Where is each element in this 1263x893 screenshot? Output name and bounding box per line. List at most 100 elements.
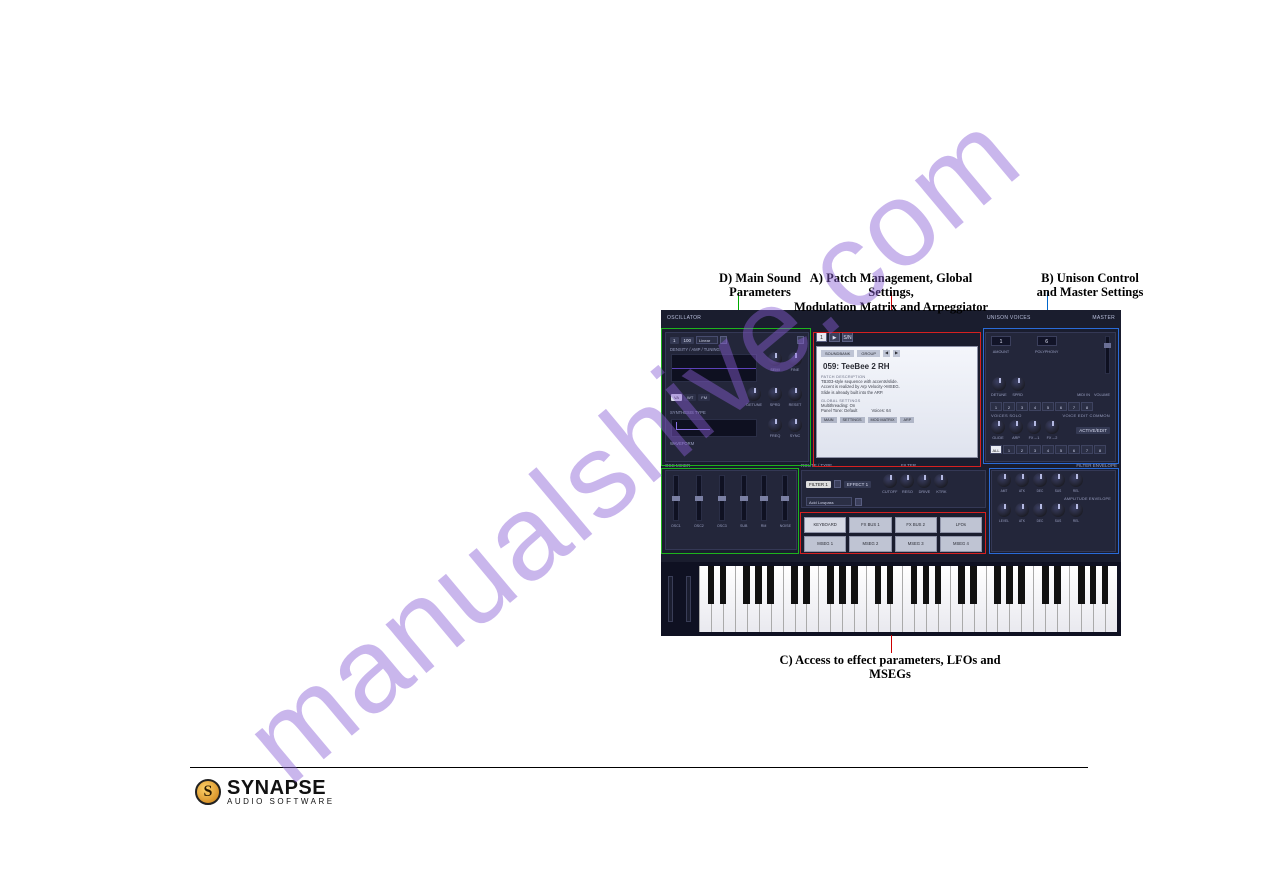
detune-knob[interactable]: [747, 387, 761, 401]
reset-knob[interactable]: [788, 387, 802, 401]
effect1-chip[interactable]: EFFECT 1: [844, 481, 871, 488]
active-edit-button[interactable]: ACTIVE/EDIT: [1076, 427, 1110, 434]
tab-fxbus1[interactable]: FX BUS 1: [849, 517, 891, 533]
fe-atk-knob[interactable]: [1015, 473, 1029, 487]
osc-index-a[interactable]: 1: [670, 337, 679, 344]
white-key[interactable]: [986, 566, 998, 632]
osc-mode-select[interactable]: Linear: [696, 336, 718, 344]
arp-knob[interactable]: [1009, 420, 1023, 434]
white-key[interactable]: [997, 566, 1009, 632]
soundbank-chip[interactable]: SOUNDBANK: [821, 350, 854, 357]
white-key[interactable]: [735, 566, 747, 632]
white-key[interactable]: [795, 566, 807, 632]
voice-edit-1[interactable]: 1: [1003, 445, 1015, 454]
fe-sus-knob[interactable]: [1051, 473, 1065, 487]
white-key[interactable]: [1105, 566, 1117, 632]
white-key[interactable]: [1045, 566, 1057, 632]
voice-edit-7[interactable]: 7: [1081, 445, 1093, 454]
white-key[interactable]: [854, 566, 866, 632]
sub-fader[interactable]: [741, 475, 747, 521]
mod-wheel[interactable]: [686, 576, 691, 622]
white-key[interactable]: [783, 566, 795, 632]
arrow-down-icon[interactable]: [720, 336, 727, 344]
osc-index-b[interactable]: 100: [681, 337, 695, 344]
volume-fader[interactable]: [1105, 336, 1110, 374]
tab-mseg1[interactable]: MSEG 1: [804, 536, 846, 552]
white-key[interactable]: [842, 566, 854, 632]
ktrk-knob[interactable]: [934, 474, 948, 488]
osc-select-play[interactable]: ▶: [829, 332, 840, 342]
reso-knob[interactable]: [900, 474, 914, 488]
semi-knob[interactable]: [768, 352, 782, 366]
voice-6[interactable]: 6: [1055, 402, 1067, 411]
tab-lfos[interactable]: LFOs: [940, 517, 982, 533]
white-key[interactable]: [1009, 566, 1021, 632]
arrow-down-icon[interactable]: [797, 336, 804, 344]
prev-patch-button[interactable]: ◀: [883, 350, 890, 357]
white-key[interactable]: [890, 566, 902, 632]
piano-keyboard[interactable]: [699, 566, 1117, 632]
white-key[interactable]: [902, 566, 914, 632]
rm-fader[interactable]: [761, 475, 767, 521]
ae-level-knob[interactable]: [997, 503, 1011, 517]
sync-knob[interactable]: [788, 418, 802, 432]
voice-7[interactable]: 7: [1068, 402, 1080, 411]
lcd-main-button[interactable]: MAIN: [821, 417, 837, 423]
white-key[interactable]: [938, 566, 950, 632]
tab-mseg2[interactable]: MSEG 2: [849, 536, 891, 552]
white-key[interactable]: [878, 566, 890, 632]
tab-wt[interactable]: WT: [684, 394, 696, 401]
unison-count-display[interactable]: 1: [991, 336, 1011, 346]
polyphony-display[interactable]: 6: [1037, 336, 1057, 346]
white-key[interactable]: [711, 566, 723, 632]
ae-sus-knob[interactable]: [1051, 503, 1065, 517]
white-key[interactable]: [914, 566, 926, 632]
tab-va[interactable]: VA: [671, 394, 682, 401]
voice-5[interactable]: 5: [1042, 402, 1054, 411]
white-key[interactable]: [866, 566, 878, 632]
white-key[interactable]: [723, 566, 735, 632]
chevron-down-icon[interactable]: [855, 498, 862, 506]
white-key[interactable]: [962, 566, 974, 632]
fx1-knob[interactable]: [1027, 420, 1041, 434]
white-key[interactable]: [1093, 566, 1105, 632]
white-key[interactable]: [1081, 566, 1093, 632]
tab-mseg3[interactable]: MSEG 3: [895, 536, 937, 552]
voice-2[interactable]: 2: [1003, 402, 1015, 411]
white-key[interactable]: [926, 566, 938, 632]
lcd-settings-button[interactable]: SETTINGS: [840, 417, 865, 423]
next-patch-button[interactable]: ▶: [893, 350, 900, 357]
white-key[interactable]: [699, 566, 711, 632]
unison-detune-knob[interactable]: [992, 377, 1006, 391]
white-key[interactable]: [830, 566, 842, 632]
arrow-right-icon[interactable]: [834, 480, 841, 488]
filter1-chip[interactable]: FILTER 1: [806, 481, 831, 488]
voice-4[interactable]: 4: [1029, 402, 1041, 411]
voice-edit-5[interactable]: 5: [1055, 445, 1067, 454]
spread-knob[interactable]: [768, 387, 782, 401]
tab-keyboard[interactable]: KEYBOARD: [804, 517, 846, 533]
unison-sprd-knob[interactable]: [1011, 377, 1025, 391]
lcd-arp-button[interactable]: ARP: [900, 417, 914, 423]
voice-edit-4[interactable]: 4: [1042, 445, 1054, 454]
white-key[interactable]: [974, 566, 986, 632]
all-voices-button[interactable]: ALL: [990, 445, 1002, 454]
fine-knob[interactable]: [788, 352, 802, 366]
ae-rel-knob[interactable]: [1069, 503, 1083, 517]
osc3-fader[interactable]: [719, 475, 725, 521]
ae-atk-knob[interactable]: [1015, 503, 1029, 517]
white-key[interactable]: [1021, 566, 1033, 632]
lcd-modmatrix-button[interactable]: MOD MATRIX: [868, 417, 898, 423]
white-key[interactable]: [950, 566, 962, 632]
fe-dec-knob[interactable]: [1033, 473, 1047, 487]
voice-8[interactable]: 8: [1081, 402, 1093, 411]
voice-edit-8[interactable]: 8: [1094, 445, 1106, 454]
white-key[interactable]: [1033, 566, 1045, 632]
voice-edit-6[interactable]: 6: [1068, 445, 1080, 454]
tab-fm[interactable]: FM: [698, 394, 710, 401]
osc-select-1[interactable]: 1: [816, 332, 827, 342]
osc1-fader[interactable]: [673, 475, 679, 521]
voice-edit-2[interactable]: 2: [1016, 445, 1028, 454]
freq-knob[interactable]: [768, 418, 782, 432]
white-key[interactable]: [759, 566, 771, 632]
